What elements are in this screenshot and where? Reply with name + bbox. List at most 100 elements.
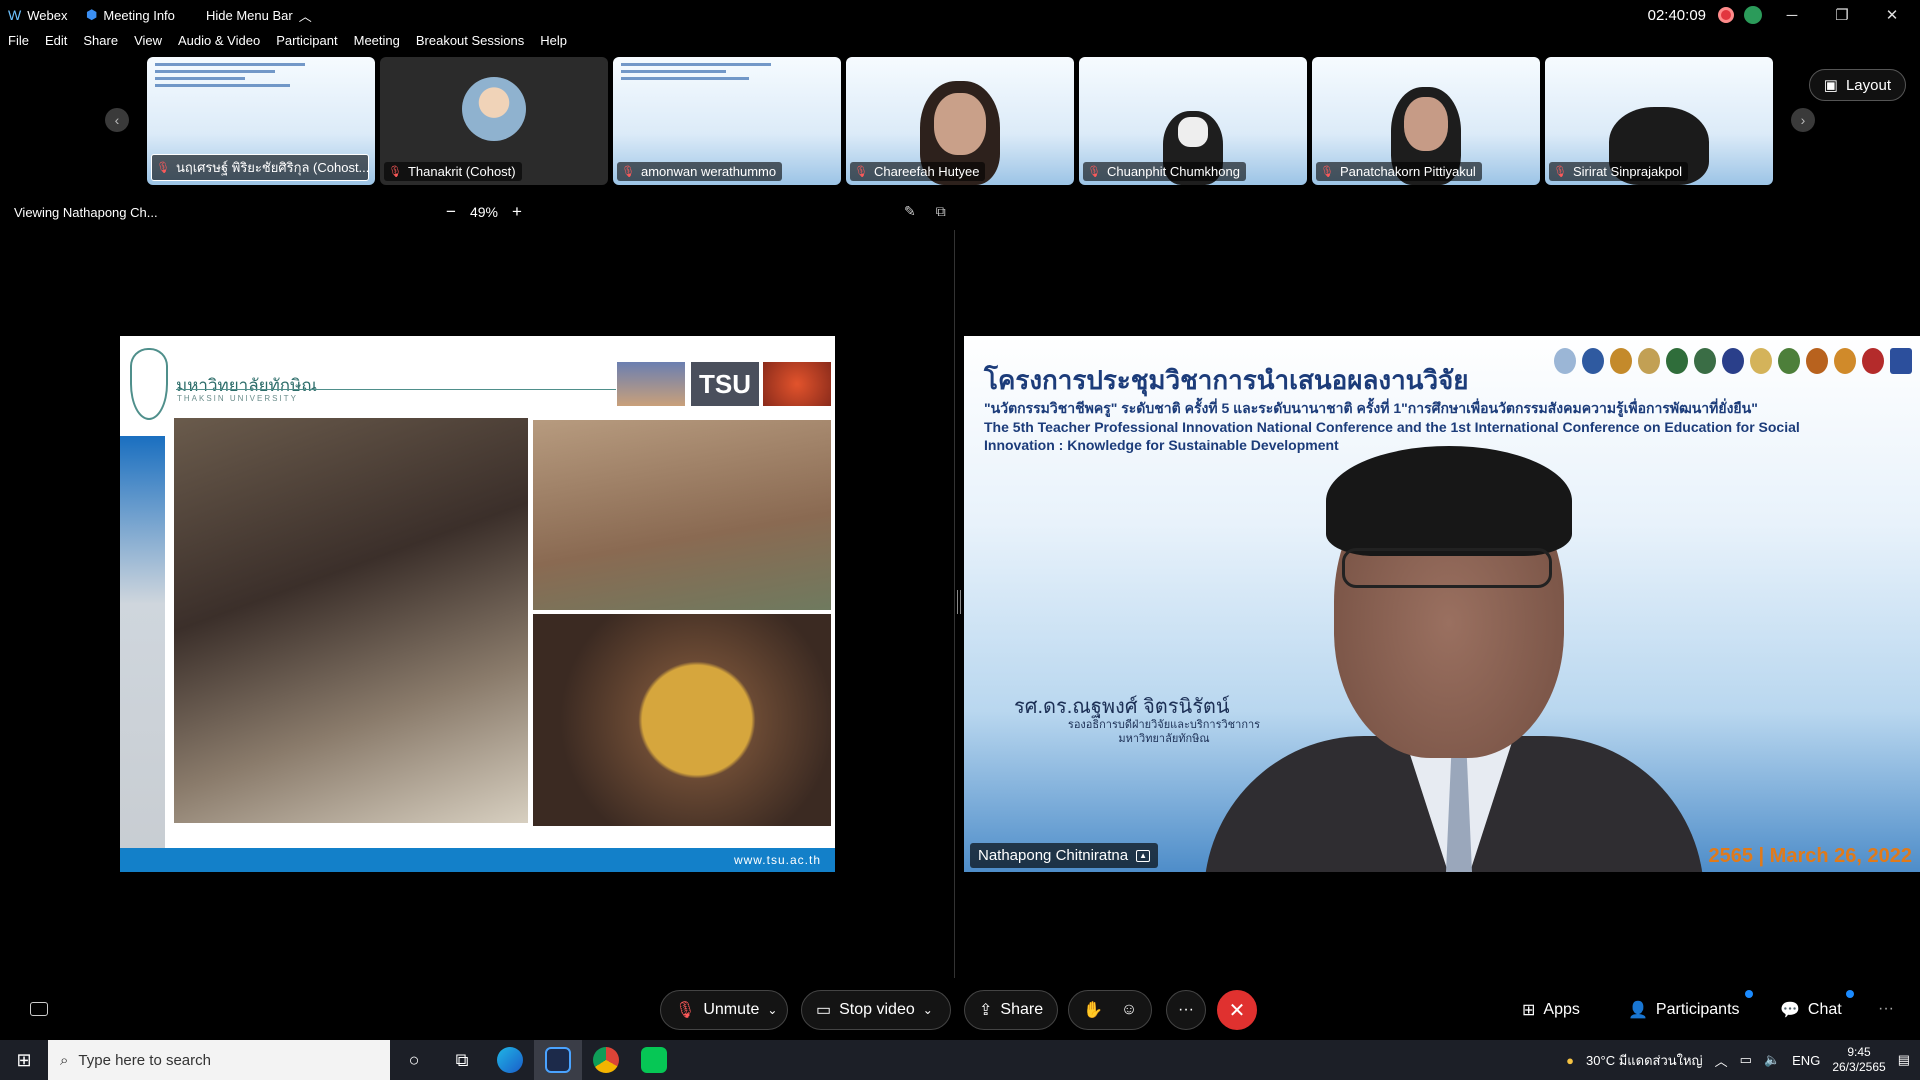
menu-participant[interactable]: Participant (268, 33, 345, 53)
layout-label: Layout (1845, 76, 1891, 94)
webex-taskbar-icon[interactable] (534, 1040, 582, 1080)
participant-name: 🎙 Panatchakorn Pittiyakul (1316, 162, 1482, 181)
resize-handle[interactable] (957, 590, 961, 614)
slide-footer: www.tsu.ac.th (120, 848, 835, 872)
layout-button[interactable]: ▣ Layout (1808, 69, 1906, 101)
apps-label: Apps (1543, 1001, 1580, 1018)
close-window-button[interactable]: ✕ (1872, 6, 1912, 24)
meeting-controls: 🎙 Unmute ⌄ ▭ Stop video ⌄ ⇪ Share ✋ ☺ ··… (0, 978, 1920, 1040)
participant-tile[interactable]: 🎙 Sirirat Sinprajakpol (1545, 57, 1773, 185)
menu-audio-video[interactable]: Audio & Video (170, 33, 268, 53)
menu-help[interactable]: Help (532, 33, 575, 53)
active-speaker-video[interactable]: โครงการประชุมวิชาการนำเสนอผลงานวิจัย "นว… (964, 336, 1920, 872)
cortana-icon[interactable]: ○ (390, 1040, 438, 1080)
chevron-up-icon[interactable]: ︿ (1715, 1051, 1728, 1070)
pin-icon[interactable]: ▲ (1136, 849, 1151, 862)
volume-icon[interactable]: 🔈 (1764, 1052, 1780, 1068)
participant-tile[interactable]: 🎙 Thanakrit (Cohost) (380, 57, 608, 185)
participant-name-text: นฤเศรษฐ์ พิริยะชัยศิริกุล (Cohost...) (175, 160, 369, 175)
clock-time: 9:45 (1847, 1045, 1871, 1059)
menu-breakout-sessions[interactable]: Breakout Sessions (408, 33, 532, 53)
participant-face (1178, 117, 1208, 147)
search-icon: ⌕ (60, 1051, 69, 1069)
hide-menu-bar-button[interactable]: Hide Menu Bar ︿ (206, 6, 312, 25)
avatar (462, 77, 526, 141)
hide-menu-label: Hide Menu Bar (206, 7, 293, 23)
participant-tile[interactable]: 🎙 Chareefah Hutyee (846, 57, 1074, 185)
line-app-icon[interactable] (630, 1040, 678, 1080)
apps-button[interactable]: ⊞ Apps (1522, 1000, 1580, 1020)
mic-off-icon: 🎙 (1087, 166, 1101, 178)
slide-photo (533, 420, 831, 610)
language-indicator[interactable]: ENG (1792, 1053, 1820, 1068)
logo-icon (1750, 348, 1772, 374)
slide-photo (174, 418, 528, 823)
menu-share[interactable]: Share (75, 33, 126, 53)
mic-off-icon: 🎙 (621, 166, 635, 178)
share-icon: ⇪ (979, 1002, 993, 1019)
end-call-button[interactable]: ✕ (1217, 990, 1257, 1030)
filmstrip-prev-button[interactable]: ‹ (105, 108, 129, 132)
participant-tile[interactable]: 🎙 Panatchakorn Pittiyakul (1312, 57, 1540, 185)
minimize-button[interactable]: ─ (1772, 7, 1812, 24)
slide-thumbnail (621, 63, 771, 84)
zoom-in-button[interactable]: + (512, 202, 522, 222)
mic-off-icon: 🎙 (388, 166, 402, 178)
menu-meeting[interactable]: Meeting (346, 33, 408, 53)
participant-tile[interactable]: 🎙 amonwan werathummo (613, 57, 841, 185)
participant-tile[interactable]: 🎙 นฤเศรษฐ์ พิริยะชัยศิริกุล (Cohost...) (147, 57, 375, 185)
chat-label: Chat (1807, 1001, 1842, 1018)
stage-divider (954, 230, 955, 980)
recording-icon[interactable] (1718, 7, 1734, 23)
search-placeholder: Type here to search (78, 1051, 211, 1069)
participants-button[interactable]: 👤 Participants (1628, 1000, 1740, 1020)
meeting-info-button[interactable]: ⬢ Meeting Info (86, 7, 196, 23)
logo-icon (1834, 348, 1856, 374)
chat-button[interactable]: 💬 Chat (1780, 1000, 1842, 1020)
popout-icon[interactable]: ⧉ (936, 203, 946, 220)
participant-name: 🎙 Thanakrit (Cohost) (384, 162, 522, 181)
participant-name-text: Panatchakorn Pittiyakul (1339, 164, 1476, 179)
filmstrip-next-button[interactable]: › (1791, 108, 1815, 132)
annotate-icon[interactable]: ✎ (904, 203, 916, 220)
participant-name: 🎙 amonwan werathummo (617, 162, 783, 181)
participant-name-text: Chareefah Hutyee (873, 164, 980, 179)
restore-button[interactable]: ❐ (1822, 6, 1862, 24)
chevron-down-icon[interactable]: ⌄ (923, 1003, 933, 1017)
slide-photo (533, 614, 831, 826)
chat-notification-dot (1846, 990, 1854, 998)
menu-view[interactable]: View (126, 33, 170, 53)
share-button[interactable]: ⇪ Share (964, 990, 1058, 1030)
menu-edit[interactable]: Edit (37, 33, 75, 53)
chevron-down-icon[interactable]: ⌄ (767, 1003, 777, 1017)
raise-hand-icon[interactable]: ✋ (1083, 1000, 1103, 1020)
unmute-button[interactable]: 🎙 Unmute ⌄ (660, 990, 788, 1030)
task-view-icon[interactable]: ⧉ (438, 1040, 486, 1080)
reactions-icon[interactable]: ☺ (1121, 1001, 1137, 1019)
windows-start-icon[interactable]: ⊞ (0, 1040, 48, 1080)
edge-browser-icon[interactable] (486, 1040, 534, 1080)
network-icon[interactable]: ▭ (1740, 1052, 1752, 1068)
weather-text[interactable]: 30°C มีแดดส่วนใหญ่ (1586, 1050, 1703, 1071)
weather-icon[interactable]: ● (1566, 1053, 1574, 1068)
stop-video-button[interactable]: ▭ Stop video ⌄ (801, 990, 951, 1030)
menu-file[interactable]: File (0, 33, 37, 53)
chat-icon: 💬 (1780, 1002, 1800, 1019)
participants-label: Participants (1655, 1001, 1740, 1018)
network-status-icon[interactable] (1744, 6, 1762, 24)
notification-icon[interactable]: ▤ (1898, 1052, 1910, 1068)
header-photo (617, 362, 685, 406)
taskbar-clock[interactable]: 9:45 26/3/2565 (1832, 1045, 1885, 1075)
participant-tile[interactable]: 🎙 Chuanphit Chumkhong (1079, 57, 1307, 185)
logo-icon (1778, 348, 1800, 374)
overflow-button[interactable]: ··· (1878, 1000, 1894, 1018)
chevron-up-icon: ︿ (298, 8, 312, 24)
zoom-level: 49% (469, 204, 498, 220)
more-options-button[interactable]: ··· (1166, 990, 1206, 1030)
captions-icon[interactable] (30, 1002, 48, 1016)
shield-icon: ⬢ (86, 7, 98, 22)
taskbar-search[interactable]: ⌕ Type here to search (48, 1040, 390, 1080)
speaker-name: Nathapong Chitniratna (978, 847, 1129, 864)
zoom-out-button[interactable]: − (446, 202, 456, 222)
chrome-icon[interactable] (582, 1040, 630, 1080)
